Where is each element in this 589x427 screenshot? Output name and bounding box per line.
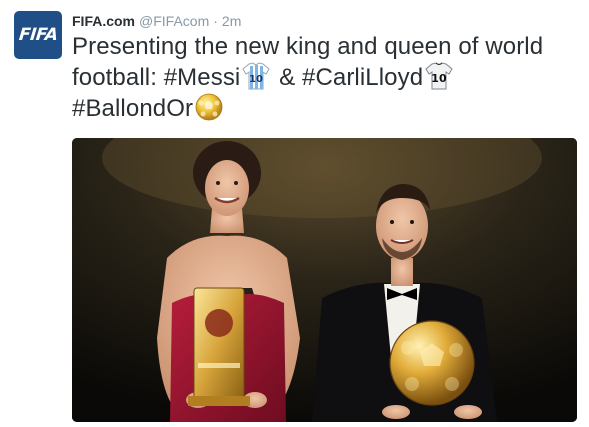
hashtag-carlilloyd[interactable]: #CarliLloyd: [302, 64, 423, 91]
separator-dot: ·: [213, 13, 218, 29]
golden-ball-icon: [194, 93, 224, 121]
avatar[interactable]: FIFA: [14, 11, 62, 59]
award-photo-illustration: [72, 138, 577, 422]
tweet-text: Presenting the new king and queen of wor…: [72, 32, 577, 124]
fifa-logo: FIFA: [17, 25, 59, 45]
author-handle[interactable]: @FIFAcom: [139, 12, 209, 30]
usa-shirt-icon: 10: [424, 62, 454, 90]
tweet[interactable]: FIFA FIFA.com @FIFAcom · 2m Presenting t…: [0, 0, 589, 427]
hashtag-ballondor[interactable]: #BallondOr: [72, 95, 193, 122]
tweet-photo[interactable]: [72, 138, 577, 422]
argentina-shirt-icon: 10: [241, 62, 271, 90]
tweet-text-part2: &: [272, 64, 303, 91]
svg-text:10: 10: [249, 74, 263, 85]
timestamp[interactable]: 2m: [222, 12, 241, 30]
author-name[interactable]: FIFA.com: [72, 12, 135, 30]
tweet-header: FIFA.com @FIFAcom · 2m: [72, 12, 241, 30]
svg-text:10: 10: [431, 72, 447, 85]
hashtag-messi[interactable]: #Messi: [164, 64, 241, 91]
